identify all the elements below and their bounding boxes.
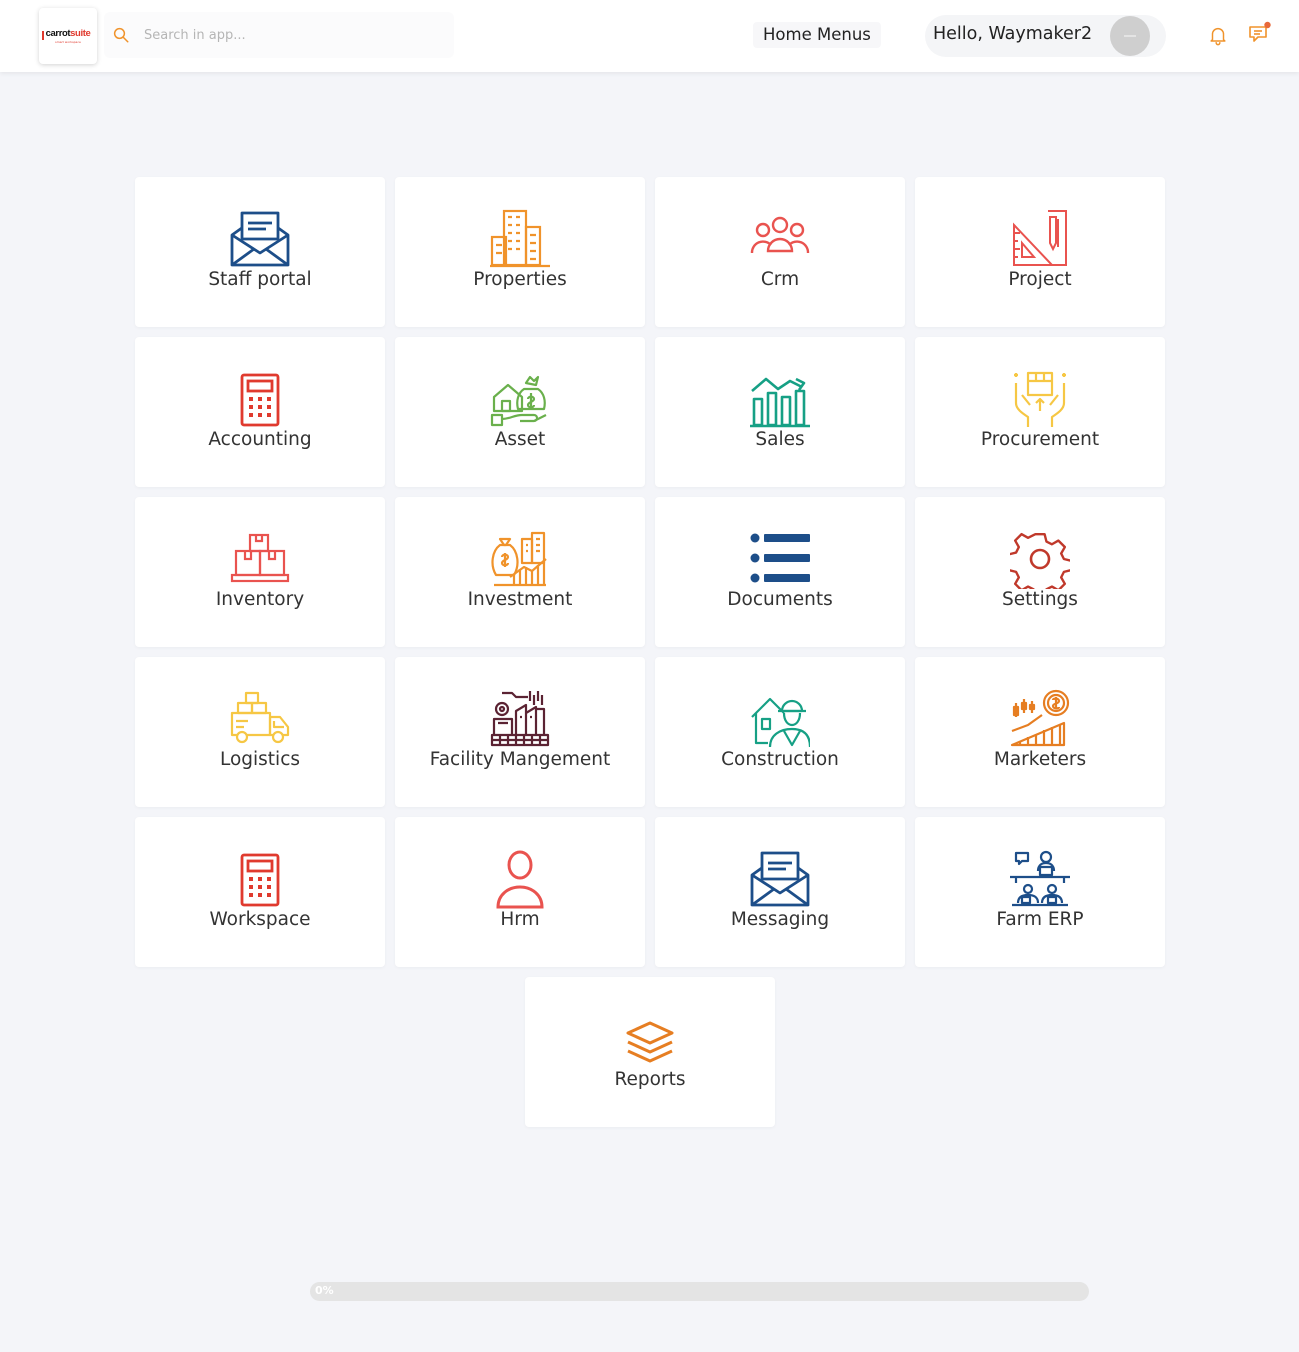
module-label: Accounting	[208, 429, 312, 450]
module-label: Settings	[1002, 589, 1078, 610]
worker-house-icon	[751, 697, 810, 748]
envelope-icon	[750, 851, 810, 907]
factory-icon	[490, 691, 550, 747]
home-menus-link[interactable]: Home Menus	[753, 22, 881, 48]
investment-bag-icon	[491, 531, 547, 587]
module-hrm[interactable]: Hrm	[395, 817, 645, 967]
module-label: Properties	[473, 269, 567, 290]
module-label: Workspace	[209, 909, 311, 930]
module-marketers[interactable]: Marketers	[915, 657, 1165, 807]
module-label: Documents	[727, 589, 833, 610]
module-construction[interactable]: Construction	[655, 657, 905, 807]
module-label: Investment	[467, 589, 573, 610]
module-facility-mangement[interactable]: Facility Mangement	[395, 657, 645, 807]
module-settings[interactable]: Settings	[915, 497, 1165, 647]
sales-chart-icon	[750, 377, 810, 428]
calculator-icon	[240, 853, 280, 907]
boxes-icon	[230, 533, 290, 583]
module-label: Marketers	[993, 749, 1087, 770]
module-project[interactable]: Project	[915, 177, 1165, 327]
module-label: Sales	[755, 429, 805, 450]
envelope-icon	[230, 211, 290, 267]
hands-box-icon	[1014, 371, 1066, 427]
module-label: Messaging	[730, 909, 830, 930]
module-crm[interactable]: Crm	[655, 177, 905, 327]
progress-bar: 0%	[310, 1282, 1089, 1301]
module-label: Hrm	[500, 909, 540, 930]
module-label: Construction	[721, 749, 839, 770]
app-logo[interactable]: carrotsuite smart workspace	[39, 8, 97, 64]
module-label: Asset	[494, 429, 546, 450]
people-icon	[750, 216, 810, 254]
module-reports[interactable]: Reports	[525, 977, 775, 1127]
avatar[interactable]	[1110, 16, 1150, 56]
module-label: Facility Mangement	[429, 749, 611, 770]
module-label: Reports	[614, 1069, 686, 1090]
module-label: Procurement	[980, 429, 1100, 450]
search-input[interactable]	[144, 27, 444, 43]
buildings-icon	[490, 209, 550, 268]
module-sales[interactable]: Sales	[655, 337, 905, 487]
module-staff-portal[interactable]: Staff portal	[135, 177, 385, 327]
growth-coin-icon	[1010, 689, 1070, 747]
layers-icon	[626, 1021, 674, 1063]
gear-icon	[1010, 532, 1070, 589]
top-bar: carrotsuite smart workspace Home Menus H…	[0, 0, 1299, 72]
user-menu[interactable]: Hello, Waymaker2	[925, 15, 1166, 57]
user-icon	[496, 850, 544, 909]
module-farm-erp[interactable]: Farm ERP	[915, 817, 1165, 967]
module-logistics[interactable]: Logistics	[135, 657, 385, 807]
search-icon	[113, 27, 129, 43]
list-icon	[750, 533, 810, 583]
money-house-icon	[490, 375, 547, 427]
user-greeting: Hello, Waymaker2	[933, 24, 1093, 44]
logo-tagline: smart workspace	[55, 40, 81, 44]
truck-icon	[230, 691, 290, 744]
module-label: Farm ERP	[996, 909, 1084, 930]
search-bar[interactable]	[104, 12, 454, 58]
bell-icon[interactable]	[1207, 24, 1229, 46]
module-label: Logistics	[219, 749, 301, 770]
module-workspace[interactable]: Workspace	[135, 817, 385, 967]
module-label: Staff portal	[208, 269, 312, 290]
drafting-tools-icon	[1013, 210, 1067, 266]
module-properties[interactable]: Properties	[395, 177, 645, 327]
calculator-icon	[240, 373, 280, 427]
logo-mark	[42, 31, 44, 40]
module-label: Inventory	[215, 589, 305, 610]
module-label: Crm	[760, 269, 800, 290]
module-label: Project	[1008, 269, 1072, 290]
team-desk-icon	[1010, 850, 1070, 907]
chat-icon[interactable]	[1247, 20, 1273, 46]
module-investment[interactable]: Investment	[395, 497, 645, 647]
module-procurement[interactable]: Procurement	[915, 337, 1165, 487]
module-accounting[interactable]: Accounting	[135, 337, 385, 487]
module-messaging[interactable]: Messaging	[655, 817, 905, 967]
progress-label: 0%	[315, 1284, 334, 1297]
logo-wordmark: carrotsuite	[45, 28, 91, 39]
module-inventory[interactable]: Inventory	[135, 497, 385, 647]
module-documents[interactable]: Documents	[655, 497, 905, 647]
module-asset[interactable]: Asset	[395, 337, 645, 487]
